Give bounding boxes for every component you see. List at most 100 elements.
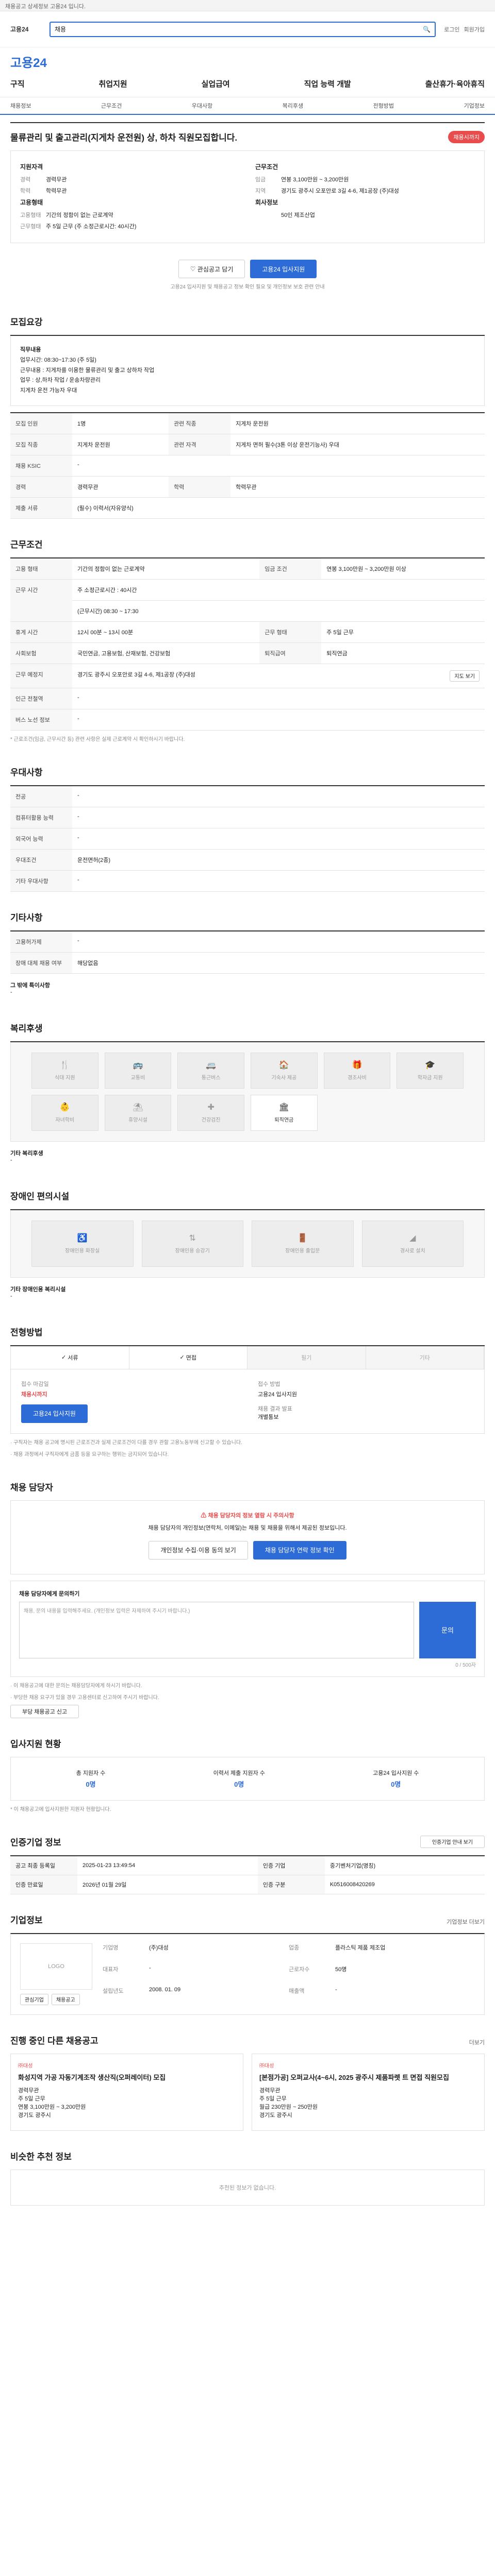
deadline-badge: 채용시까지 bbox=[448, 130, 485, 143]
table-row: 인증 만료일 2026년 01월 29일 인증 구분 K0516008420269 bbox=[10, 1875, 485, 1894]
follow-company-button[interactable]: 관심기업 bbox=[20, 1993, 48, 2005]
report-button[interactable]: 부당 채용공고 신고 bbox=[10, 1704, 79, 1718]
search-icon[interactable]: 🔍 bbox=[423, 26, 431, 33]
job-line: 경기도 광주시 bbox=[259, 2112, 292, 2119]
facility-item: ♿ 장애인용 화장실 bbox=[31, 1220, 134, 1267]
process-box: ✓ 서류 ✓ 면접 필기 기타 접수 마감일 채용시까지 고용24 입사지원 접… bbox=[10, 1345, 485, 1434]
apply-info: 접수 마감일 채용시까지 고용24 입사지원 접수 방법 고용24 입사지원 채… bbox=[10, 1369, 485, 1434]
kv-key: 학력 bbox=[20, 188, 31, 194]
kv-key: 경력 bbox=[20, 177, 31, 183]
brand-name[interactable]: 고용24 bbox=[10, 53, 47, 71]
method-item: ✓ 서류 bbox=[11, 1346, 129, 1369]
row-key: 근무 형태 bbox=[259, 621, 322, 643]
save-post-button[interactable]: ♡ 관심공고 담기 bbox=[178, 260, 245, 278]
nav-item[interactable]: 실업급여 bbox=[202, 78, 230, 89]
kv-key bbox=[255, 211, 281, 219]
signup-link[interactable]: 회원가입 bbox=[464, 25, 485, 33]
stat-label: 총 지원자 수 bbox=[76, 1770, 106, 1776]
warn-text: 채용 담당자의 정보 열람 시 주의사항 bbox=[208, 1512, 294, 1519]
row-key: 모집 인원 bbox=[10, 412, 72, 434]
facility-item: ⇅ 장애인용 승강기 bbox=[141, 1220, 243, 1267]
benefit-label: 식대 지원 bbox=[55, 1075, 75, 1081]
section-title-preference: 우대사항 bbox=[10, 767, 43, 777]
disability-box: ♿ 장애인용 화장실 ⇅ 장애인용 승강기 🚪 장애인용 출입문 ◢ 경사로 설치 bbox=[10, 1209, 485, 1278]
stat-label: 이력서 제출 지원자 수 bbox=[213, 1770, 265, 1776]
benefit-label: 학자금 지원 bbox=[417, 1075, 443, 1081]
table-row: 채용 KSIC - bbox=[10, 455, 485, 477]
site-logo[interactable]: 고용24 bbox=[10, 25, 41, 33]
inquiry-submit-button[interactable]: 문의 bbox=[419, 1601, 476, 1658]
benefit-label: 교통비 bbox=[130, 1075, 145, 1081]
search-input[interactable]: 채용 🔍 bbox=[50, 21, 436, 37]
login-link[interactable]: 로그인 bbox=[444, 25, 459, 33]
kv-value: 주 5일 근무 (주 소정근로시간: 40시간) bbox=[46, 224, 137, 230]
section-title-company: 기업정보 bbox=[10, 1915, 43, 1925]
nav-item[interactable]: 직업 능력 개발 bbox=[304, 78, 351, 89]
tab-preference[interactable]: 우대사항 bbox=[192, 101, 212, 110]
section-title-applicants: 입사지원 현황 bbox=[10, 1739, 61, 1749]
kv-key: 지역 bbox=[255, 188, 266, 194]
summary-heading: 고용형태 bbox=[20, 199, 43, 206]
job-card[interactable]: ㈜대성 [본점가공] 오퍼교사(4~6시, 2025 광주시 제품파렛 트 면접… bbox=[252, 2053, 485, 2131]
nav-item[interactable]: 취업지원 bbox=[98, 78, 127, 89]
contact-actions: 개인정보 수집·이용 동의 보기 채용 담당자 연락 정보 확인 bbox=[21, 1532, 474, 1564]
summary-heading: 회사정보 bbox=[255, 199, 278, 206]
section-title-other: 기타사항 bbox=[10, 912, 43, 923]
tab-recruit[interactable]: 채용정보 bbox=[10, 101, 31, 110]
certification-more-button[interactable]: 인증기업 안내 보기 bbox=[420, 1835, 485, 1848]
job-title[interactable]: [본점가공] 오퍼교사(4~6시, 2025 광주시 제품파렛 트 면접 직원모… bbox=[259, 2072, 477, 2082]
job-title[interactable]: 화성지역 가공 자동기계조작 생산직(오퍼레이터) 모집 bbox=[18, 2072, 236, 2082]
stat-value: 0명 bbox=[86, 1780, 96, 1788]
apply-method-value: 고용24 입사지원 bbox=[258, 1391, 298, 1398]
map-button[interactable]: 지도 보기 bbox=[450, 670, 480, 682]
tab-process[interactable]: 전형방법 bbox=[373, 101, 394, 110]
other-jobs-more-link[interactable]: 더보기 bbox=[469, 2038, 485, 2046]
job-card[interactable]: ㈜대성 화성지역 가공 자동기계조작 생산직(오퍼레이터) 모집 경력무관 주 … bbox=[10, 2053, 243, 2131]
tab-benefits[interactable]: 복리후생 bbox=[283, 101, 303, 110]
show-contact-button[interactable]: 채용 담당자 연락 정보 확인 bbox=[253, 1540, 346, 1560]
contact-alert: ⚠ 채용 담당자의 정보 열람 시 주의사항 채용 담당자의 개인정보(연락처,… bbox=[10, 1500, 485, 1574]
inquiry-textarea[interactable]: 채용, 문의 내용을 입력해주세요. (개인정보 입력은 자제하여 주시기 바랍… bbox=[19, 1601, 414, 1658]
nav-item[interactable]: 구직 bbox=[10, 78, 25, 89]
row-value: 해당없음 bbox=[72, 952, 485, 974]
result-value: 개별통보 bbox=[258, 1414, 279, 1420]
row-value: 연봉 3,100만원 ~ 3,200만원 이상 bbox=[321, 557, 485, 580]
company-jobs-button[interactable]: 채용공고 bbox=[51, 1993, 80, 2005]
method-label: 면접 bbox=[186, 1354, 197, 1361]
section-title-recommend: 비슷한 추천 정보 bbox=[10, 2151, 72, 2162]
section-title-certification: 인증기업 정보 bbox=[10, 1837, 61, 1848]
info-value: 2008. 01. 09 bbox=[149, 1986, 181, 1993]
row-key: 학력 bbox=[169, 476, 231, 498]
job-line: 연봉 3,100만원 ~ 3,200만원 bbox=[18, 2104, 86, 2110]
conditions-footnote: * 근로조건(임금, 근무시간 등) 관련 사항은 실제 근로계약 시 확인하시… bbox=[10, 736, 185, 742]
row-key: 기타 우대사항 bbox=[10, 870, 72, 892]
header-links: 로그인 회원가입 bbox=[444, 25, 485, 33]
info-key: 설립년도 bbox=[103, 1988, 124, 1994]
summary-heading: 근무조건 bbox=[255, 163, 278, 171]
facility-item: 🚪 장애인용 출입문 bbox=[252, 1220, 354, 1267]
info-value: 50명 bbox=[335, 1966, 347, 1973]
tab-conditions[interactable]: 근무조건 bbox=[101, 101, 122, 110]
apply-button-2[interactable]: 고용24 입사지원 bbox=[21, 1404, 88, 1423]
info-key: 업종 bbox=[289, 1944, 300, 1951]
nav-item[interactable]: 출산휴가·육아휴직 bbox=[425, 78, 485, 89]
benefit-item: 🎁 경조사비 bbox=[323, 1052, 391, 1089]
row-value: 중기벤처기업(명칭) bbox=[324, 1855, 485, 1875]
privacy-consent-button[interactable]: 개인정보 수집·이용 동의 보기 bbox=[148, 1540, 248, 1560]
stat-item: 이력서 제출 지원자 수 0명 bbox=[213, 1769, 265, 1789]
header: 고용24 채용 🔍 로그인 회원가입 bbox=[0, 11, 495, 47]
job-line: 경력무관 bbox=[18, 2087, 39, 2094]
row-key: 고용허가제 bbox=[10, 930, 72, 953]
benefits-extra-label: 기타 복리후생 bbox=[10, 1150, 43, 1157]
certification-table: 공고 최종 등록일 2025-01-23 13:49:54 인증 기업 중기벤처기업(… bbox=[10, 1855, 485, 1894]
info-value: (주)대성 bbox=[149, 1944, 169, 1951]
child-icon: 👶 bbox=[59, 1103, 70, 1112]
apply-button[interactable]: 고용24 입사지원 bbox=[250, 260, 317, 278]
company-more-link[interactable]: 기업정보 더보기 bbox=[447, 1918, 485, 1926]
facility-label: 장애인용 승강기 bbox=[175, 1248, 210, 1255]
other-extra-label: 그 밖에 특이사항 bbox=[10, 982, 50, 989]
row-value: 주 5일 근무 bbox=[321, 621, 485, 643]
row-key: 전공 bbox=[10, 785, 72, 807]
tab-company[interactable]: 기업정보 bbox=[464, 101, 484, 110]
row-value: 국민연금, 고용보험, 산재보험, 건강보험 bbox=[72, 642, 260, 664]
